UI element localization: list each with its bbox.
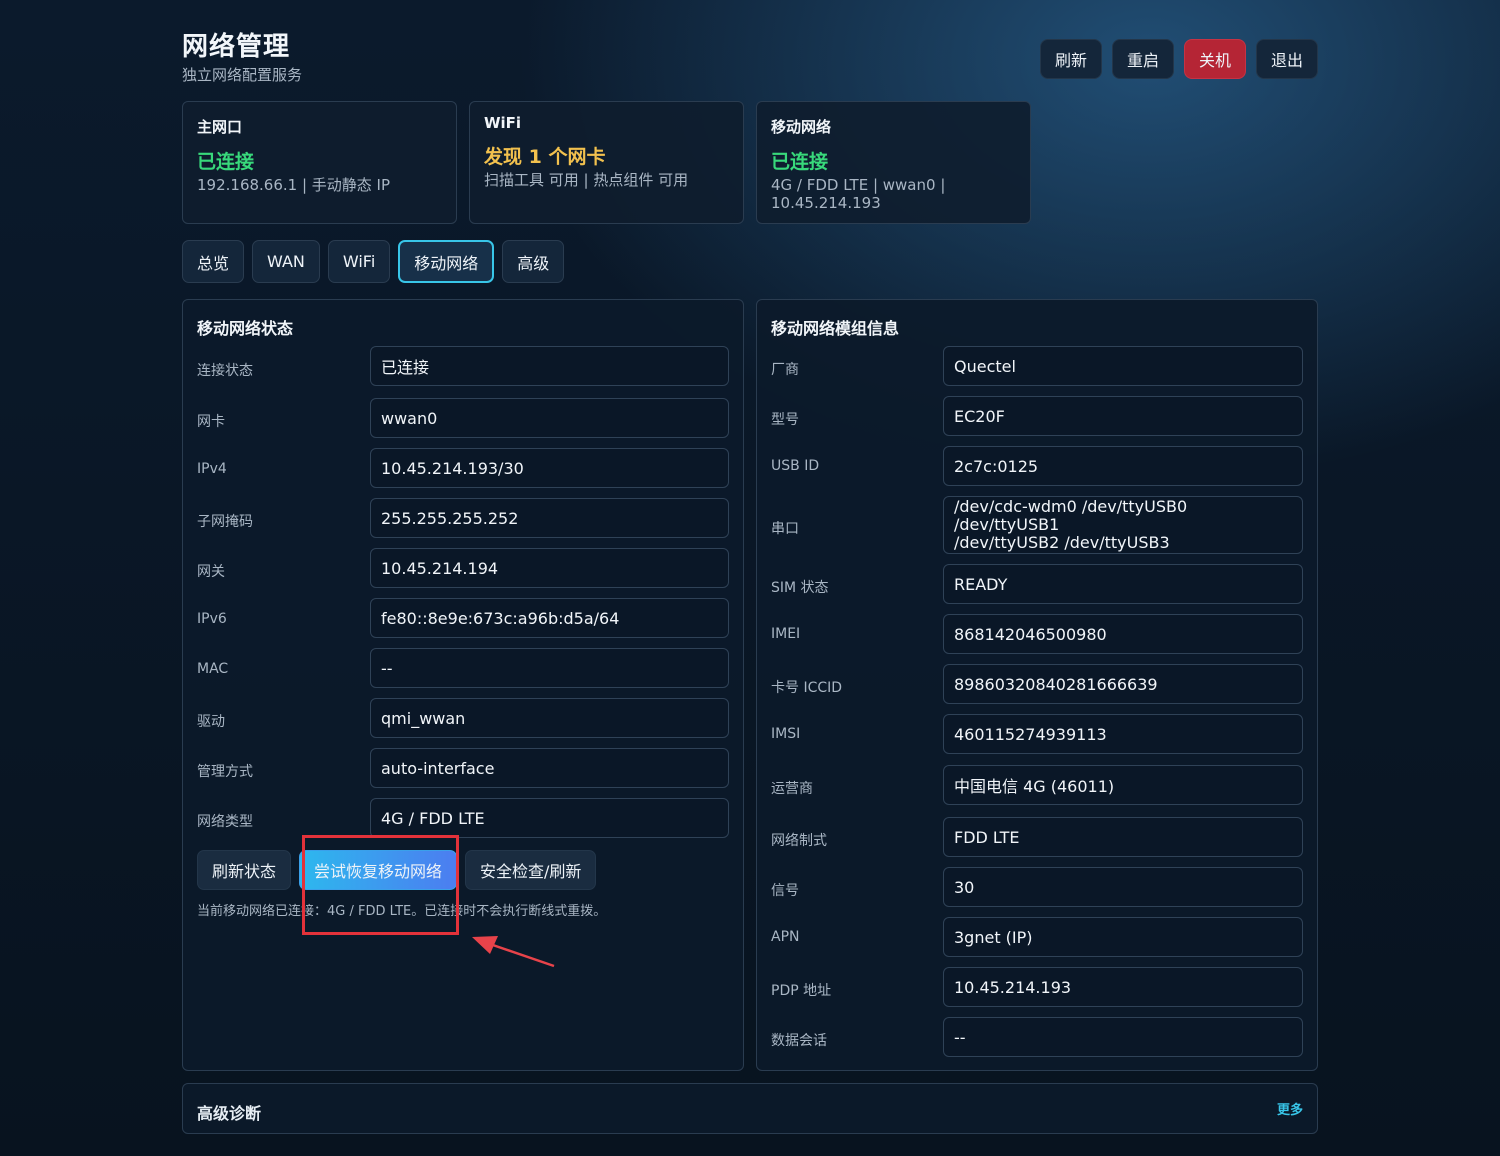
row-label: 厂商 [771, 362, 799, 378]
ipv4-field[interactable]: 10.45.214.193/30 [370, 448, 729, 488]
summary-title: 主网口 [197, 118, 243, 136]
subnet-mask-field[interactable]: 255.255.255.252 [370, 498, 729, 538]
tab-mobile-network[interactable]: 移动网络 [398, 240, 495, 283]
summary-status: 已连接 [197, 151, 255, 173]
row-label: 网络类型 [197, 814, 253, 830]
imei-field[interactable]: 868142046500980 [943, 614, 1303, 654]
row-label: 管理方式 [197, 764, 253, 780]
page-title: 网络管理 [182, 32, 291, 62]
summary-detail-line-1: 4G / FDD LTE | wwan0 | [771, 176, 946, 194]
row-label: 串口 [771, 521, 799, 537]
row-label: 运营商 [771, 781, 813, 797]
row-label: MAC [197, 661, 229, 677]
logout-button[interactable]: 退出 [1255, 39, 1318, 79]
vendor-field[interactable]: Quectel [943, 346, 1303, 386]
row-label: 网关 [197, 564, 225, 580]
driver-field[interactable]: qmi_wwan [370, 698, 729, 738]
usb-id-field[interactable]: 2c7c:0125 [943, 446, 1303, 486]
row-label: 驱动 [197, 714, 225, 730]
row-label: 型号 [771, 412, 799, 428]
interface-field[interactable]: wwan0 [370, 398, 729, 438]
row-label: IMEI [771, 626, 801, 642]
management-mode-field[interactable]: auto-interface [370, 748, 729, 788]
sim-status-field[interactable]: READY [943, 564, 1303, 604]
summary-detail: 扫描工具 可用 | 热点组件 可用 [484, 171, 689, 189]
more-link[interactable]: 更多 [1277, 1099, 1303, 1118]
advanced-diagnostics-title: 高级诊断 [197, 1104, 262, 1123]
ipv6-field[interactable]: fe80::8e9e:673c:a96b:d5a/64 [370, 598, 729, 638]
summary-detail-line-2: 10.45.214.193 [771, 194, 881, 212]
carrier-field[interactable]: 中国电信 4G (46011) [943, 765, 1303, 805]
row-label: 子网掩码 [197, 514, 253, 530]
row-label: APN [771, 929, 800, 945]
row-label: PDP 地址 [771, 983, 832, 999]
model-field[interactable]: EC20F [943, 396, 1303, 436]
summary-card-main: 主网口 已连接 192.168.66.1 | 手动静态 IP [182, 101, 457, 224]
tab-wifi[interactable]: WiFi [327, 240, 391, 283]
network-mode-field[interactable]: FDD LTE [943, 817, 1303, 857]
tab-bar: 总览 WAN WiFi 移动网络 高级 [182, 240, 565, 283]
annotation-arrow-icon [472, 936, 555, 968]
row-label: 网卡 [197, 414, 225, 430]
mobile-status-panel: 移动网络状态 连接状态 已连接 网卡 wwan0 IPv4 10.45.214.… [182, 299, 744, 1071]
iccid-field[interactable]: 89860320840281666639 [943, 664, 1303, 704]
refresh-button[interactable]: 刷新 [1039, 39, 1102, 79]
summary-detail: 192.168.66.1 | 手动静态 IP [197, 176, 391, 194]
serial-ports-line-1: /dev/cdc-wdm0 /dev/ttyUSB0 /dev/ttyUSB1 [954, 497, 1188, 534]
imsi-field[interactable]: 460115274939113 [943, 714, 1303, 754]
recover-mobile-network-button[interactable]: 尝试恢复移动网络 [299, 850, 458, 890]
summary-status: 已连接 [771, 151, 829, 173]
serial-ports-line-2: /dev/ttyUSB2 /dev/ttyUSB3 [954, 533, 1170, 552]
row-label: IMSI [771, 726, 801, 742]
apn-field[interactable]: 3gnet (IP) [943, 917, 1303, 957]
summary-title: WiFi [484, 114, 522, 132]
row-label: 连接状态 [197, 363, 253, 379]
summary-card-mobile: 移动网络 已连接 4G / FDD LTE | wwan0 | 10.45.21… [756, 101, 1031, 224]
pdp-address-field[interactable]: 10.45.214.193 [943, 967, 1303, 1007]
row-label: 信号 [771, 883, 799, 899]
row-label: 网络制式 [771, 833, 827, 849]
summary-title: 移动网络 [771, 118, 832, 136]
network-type-field[interactable]: 4G / FDD LTE [370, 798, 729, 838]
row-label: SIM 状态 [771, 580, 829, 596]
top-actions: 刷新 重启 关机 退出 [1039, 39, 1318, 79]
row-label: IPv4 [197, 461, 227, 477]
module-info-panel: 移动网络模组信息 厂商 Quectel 型号 EC20F USB ID 2c7c… [756, 299, 1318, 1071]
tab-wan[interactable]: WAN [252, 240, 320, 283]
tab-advanced[interactable]: 高级 [502, 240, 565, 283]
data-session-field[interactable]: -- [943, 1017, 1303, 1057]
panel-title: 移动网络状态 [197, 319, 294, 338]
page-subtitle: 独立网络配置服务 [182, 66, 303, 84]
signal-field[interactable]: 30 [943, 867, 1303, 907]
summary-card-wifi: WiFi 发现 1 个网卡 扫描工具 可用 | 热点组件 可用 [469, 101, 744, 224]
status-hint: 当前移动网络已连接：4G / FDD LTE。已连接时不会执行断线式重拨。 [197, 904, 607, 919]
row-label: 卡号 ICCID [771, 680, 843, 696]
gateway-field[interactable]: 10.45.214.194 [370, 548, 729, 588]
summary-status: 发现 1 个网卡 [484, 146, 606, 168]
mac-field[interactable]: -- [370, 648, 729, 688]
refresh-status-button[interactable]: 刷新状态 [197, 850, 292, 890]
row-label: IPv6 [197, 611, 227, 627]
panel-title: 移动网络模组信息 [771, 319, 900, 338]
row-label: USB ID [771, 458, 820, 474]
serial-ports-field[interactable]: /dev/cdc-wdm0 /dev/ttyUSB0 /dev/ttyUSB1 … [943, 496, 1303, 554]
connection-status-field[interactable]: 已连接 [370, 346, 729, 386]
safety-check-refresh-button[interactable]: 安全检查/刷新 [465, 850, 597, 890]
advanced-diagnostics-bar[interactable]: 高级诊断 更多 [182, 1083, 1318, 1134]
restart-button[interactable]: 重启 [1111, 39, 1174, 79]
shutdown-button[interactable]: 关机 [1183, 39, 1246, 79]
row-label: 数据会话 [771, 1033, 827, 1049]
tab-overview[interactable]: 总览 [182, 240, 245, 283]
